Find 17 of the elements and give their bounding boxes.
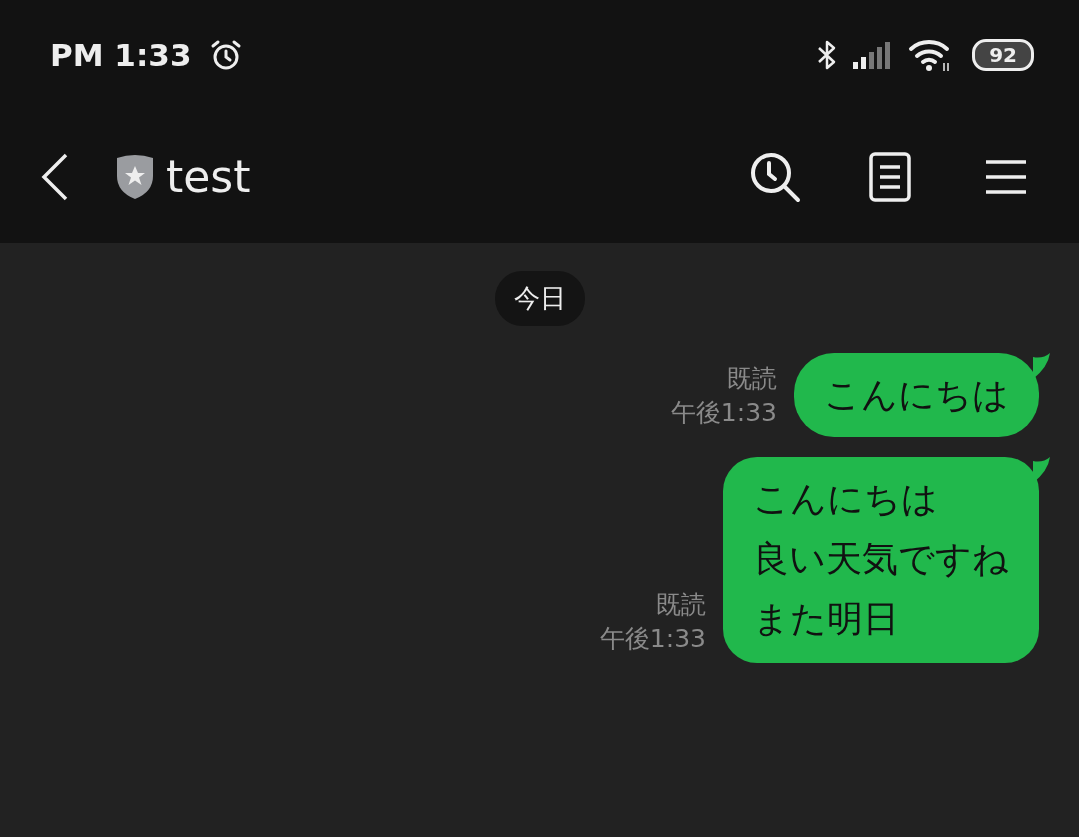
status-time: PM 1:33 <box>50 37 192 73</box>
notes-icon[interactable] <box>869 151 911 202</box>
message-text: こんにちは <box>753 477 938 521</box>
chat-title: test <box>166 151 251 202</box>
read-receipt: 既読 <box>656 589 706 621</box>
message-text: 良い天気ですね <box>753 537 1009 581</box>
read-receipt: 既読 <box>727 363 777 395</box>
date-divider: 今日 <box>494 271 585 326</box>
shield-star-icon <box>114 152 156 201</box>
battery-indicator: 92 <box>972 39 1034 71</box>
message-time: 午後1:33 <box>599 623 706 655</box>
search-history-icon[interactable] <box>749 150 801 203</box>
menu-icon[interactable] <box>985 158 1027 195</box>
message-text: こんにちは <box>824 373 1009 417</box>
message-time: 午後1:33 <box>670 397 777 429</box>
back-icon[interactable] <box>40 151 70 202</box>
message-text: また明日 <box>753 597 899 641</box>
